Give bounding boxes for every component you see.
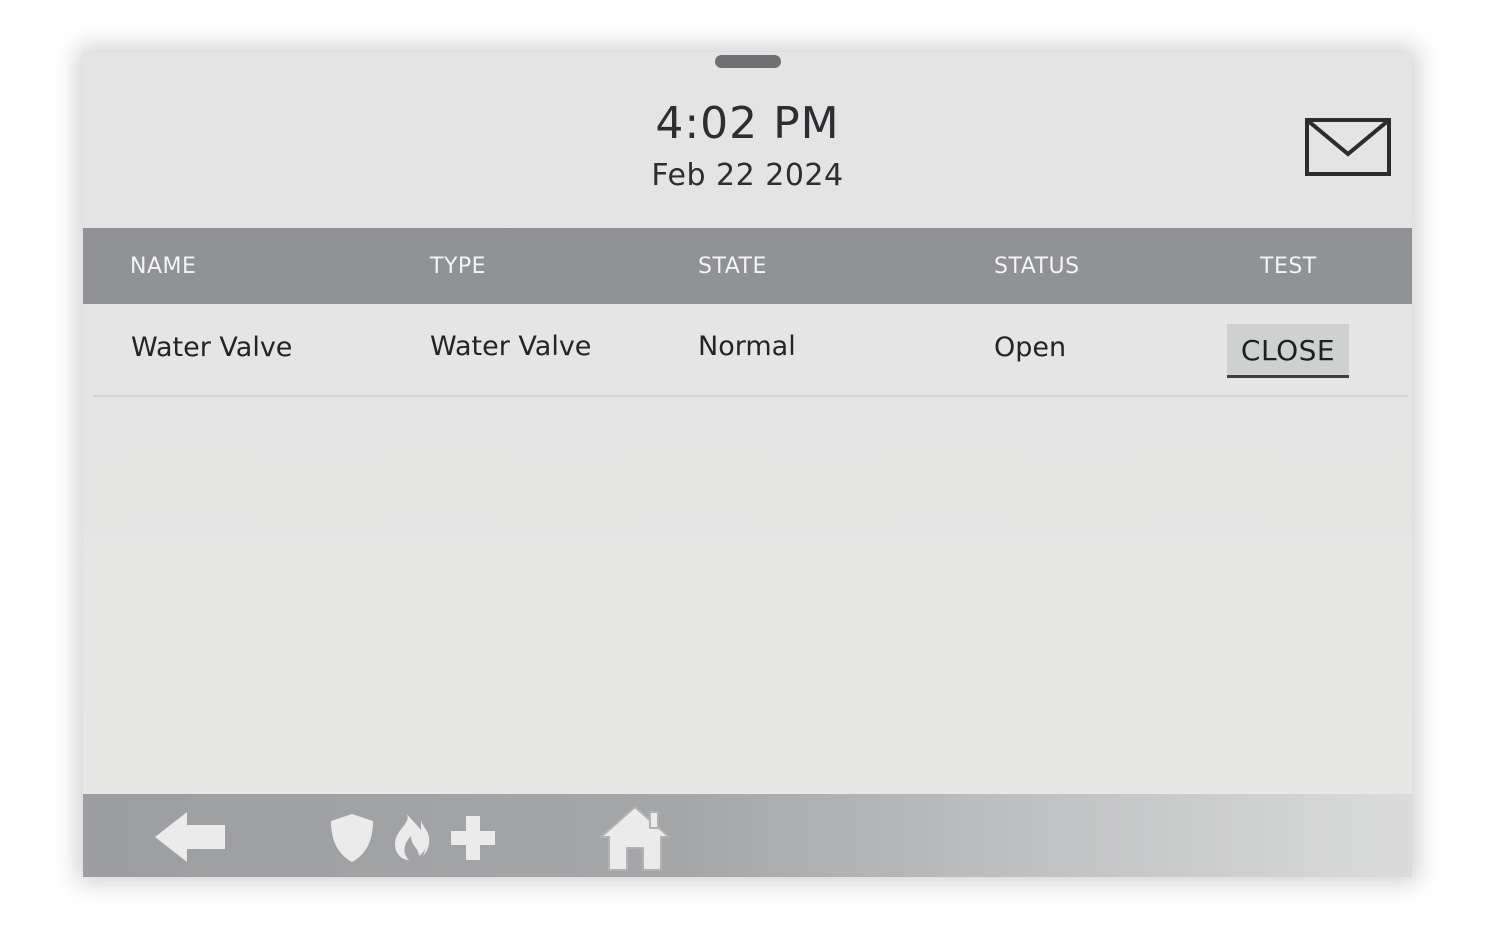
table-row: Water Valve Water Valve Normal Open CLOS… [83, 304, 1412, 396]
column-header-state: STATE [698, 254, 767, 279]
clock-time: 4:02 PM [655, 98, 840, 149]
column-header-name: NAME [130, 254, 197, 279]
cell-type: Water Valve [430, 331, 592, 362]
pull-down-handle[interactable] [715, 55, 781, 68]
row-divider [93, 395, 1408, 397]
table-header: NAME TYPE STATE STATUS TEST [83, 228, 1412, 304]
close-valve-button[interactable]: CLOSE [1227, 324, 1349, 378]
envelope-icon[interactable] [1305, 118, 1391, 176]
bottom-nav-bar [83, 794, 1412, 877]
column-header-type: TYPE [430, 254, 487, 279]
panel-screen: 4:02 PM Feb 22 2024 NAME TYPE STATE STAT… [83, 52, 1412, 877]
shield-icon[interactable] [329, 812, 375, 868]
cell-state: Normal [698, 331, 796, 362]
flame-icon[interactable] [389, 812, 433, 866]
column-header-test: TEST [1260, 254, 1317, 279]
back-arrow-icon[interactable] [153, 810, 227, 868]
clock-date: Feb 22 2024 [651, 158, 844, 193]
cell-name: Water Valve [131, 332, 293, 363]
medical-cross-icon[interactable] [449, 814, 497, 866]
home-icon[interactable] [598, 804, 672, 876]
cell-status: Open [994, 332, 1067, 363]
column-header-status: STATUS [994, 254, 1080, 279]
